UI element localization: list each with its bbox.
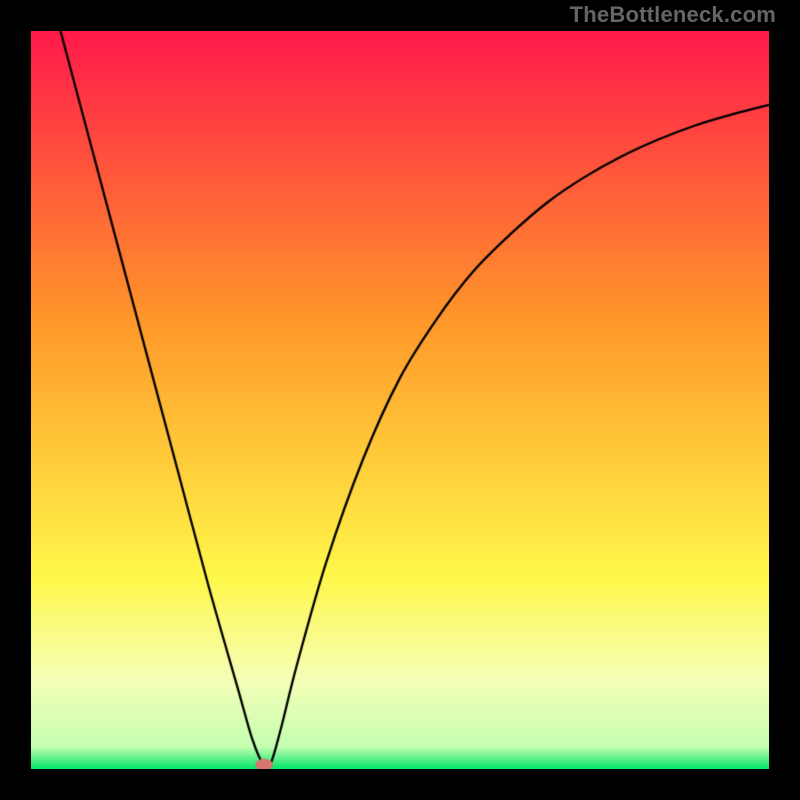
bottleneck-curve-plot (31, 31, 769, 769)
plot-area (31, 31, 769, 769)
watermark-label: TheBottleneck.com (570, 2, 776, 28)
chart-container: TheBottleneck.com (0, 0, 800, 800)
